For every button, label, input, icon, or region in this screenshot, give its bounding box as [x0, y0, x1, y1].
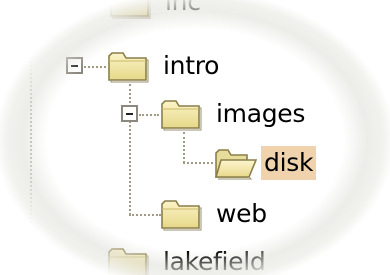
minus-icon: [71, 65, 78, 67]
tree-node-web[interactable]: web: [159, 193, 270, 235]
folder-open-icon: [213, 146, 257, 180]
tree-node-label: inc: [165, 0, 201, 16]
tree-node-label: intro: [163, 51, 220, 80]
tree-node-label: lakefield: [163, 247, 266, 275]
folder-closed-icon: [159, 97, 203, 131]
folder-closed-icon: [108, 0, 152, 19]
tree-connector: [183, 162, 213, 164]
tree-node-label: web: [216, 199, 267, 228]
minus-icon: [126, 113, 133, 115]
collapse-images-button[interactable]: [121, 105, 138, 122]
tree-connector: [139, 114, 159, 116]
tree-connector: [129, 84, 131, 215]
tree-node-lakefield[interactable]: lakefield: [106, 241, 268, 275]
tree-connector: [129, 214, 161, 216]
collapse-intro-button[interactable]: [66, 57, 83, 74]
tree-connector: [183, 132, 185, 163]
tree-guide-line: [30, 0, 32, 275]
folder-tree-view: inc intro images disk web lakefield: [0, 0, 390, 275]
tree-node-intro[interactable]: intro: [106, 45, 222, 87]
tree-connector: [84, 66, 106, 68]
tree-node-images[interactable]: images: [159, 93, 308, 135]
folder-closed-icon: [106, 49, 150, 83]
tree-node-inc[interactable]: inc: [108, 0, 204, 23]
tree-node-disk[interactable]: disk: [213, 142, 317, 184]
tree-node-label: images: [216, 99, 306, 128]
folder-closed-icon: [159, 197, 203, 231]
tree-node-label: disk: [261, 146, 317, 180]
folder-closed-icon: [106, 245, 150, 275]
